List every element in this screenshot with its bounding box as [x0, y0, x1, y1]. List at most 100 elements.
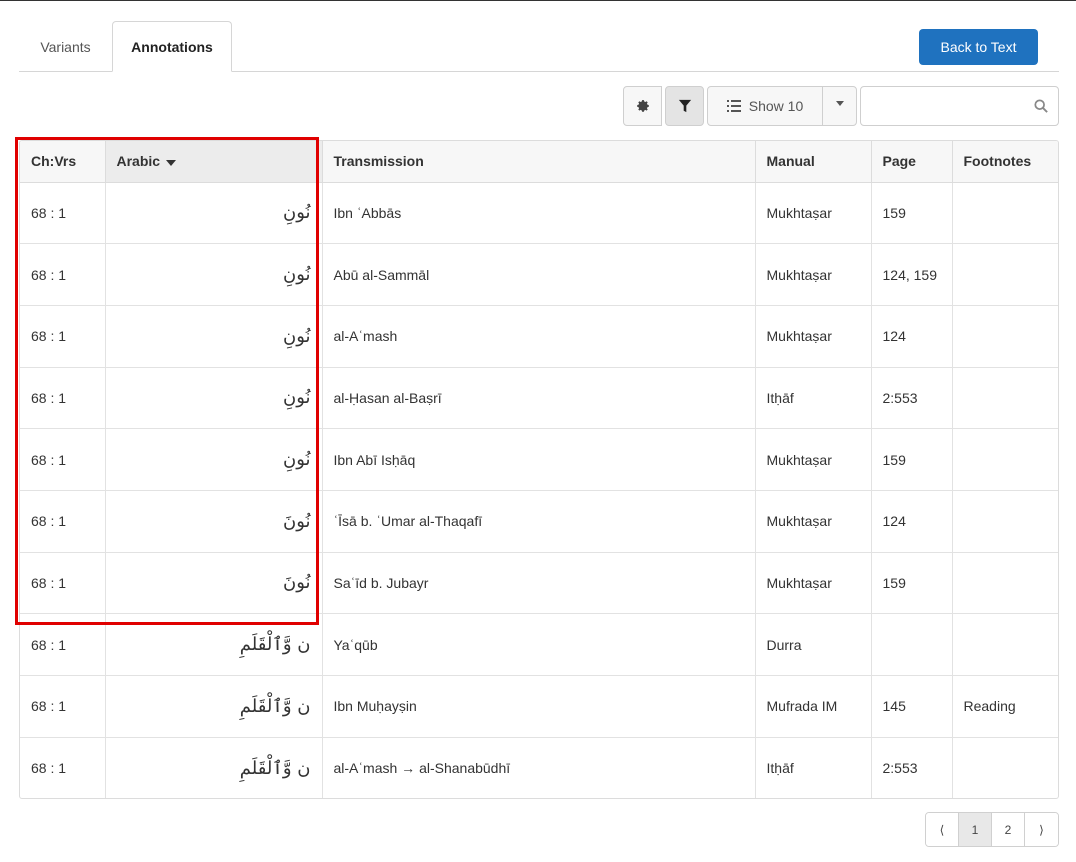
cell-transmission: al-Aʿmash → al-Shanabūdhī — [322, 737, 756, 798]
cell-arabic: نُونِ — [105, 243, 323, 306]
top-border — [0, 0, 1076, 1]
header-arabic-label: Arabic — [116, 153, 161, 170]
cell-transmission: Saʿīd b. Jubayr — [322, 552, 756, 615]
tab-bar: Variants Annotations — [19, 21, 1059, 72]
tab-annotations[interactable]: Annotations — [112, 21, 232, 72]
table-row[interactable]: 68 : 1 نُونَ ʿĪsā b. ʿUmar al-Thaqafī Mukht… — [20, 490, 1058, 553]
table-row[interactable]: 68 : 1 نُونِ Ibn Abī Isḥāq Mukhtaṣar 159 — [20, 428, 1058, 491]
back-to-text-button[interactable]: Back to Text — [919, 29, 1038, 65]
cell-page: 159 — [871, 428, 953, 491]
table-row[interactable]: 68 : 1 نُونِ al-Ḥasan al-Baṣrī Itḥāf 2:553 — [20, 367, 1058, 430]
cell-manual: Mukhtaṣar — [755, 305, 872, 368]
cell-footnotes — [952, 613, 1058, 676]
show-entries-dropdown[interactable] — [822, 86, 857, 126]
pagination: ⟨ 1 2 ⟩ — [925, 812, 1059, 847]
cell-page: 124 — [871, 305, 953, 368]
cell-transmission: Yaʿqūb — [322, 613, 756, 676]
search-box — [860, 86, 1059, 126]
sort-desc-icon — [166, 159, 177, 166]
caret-down-icon — [835, 100, 844, 106]
cell-page: 159 — [871, 552, 953, 615]
search-input[interactable] — [869, 88, 1029, 124]
pagination-prev[interactable]: ⟨ — [926, 813, 959, 846]
cell-footnotes — [952, 428, 1058, 491]
header-chvrs[interactable]: Ch:Vrs — [20, 141, 106, 183]
search-icon — [1034, 99, 1048, 113]
cell-manual: Mukhtaṣar — [755, 552, 872, 615]
cell-manual: Itḥāf — [755, 367, 872, 430]
annotations-table: Ch:Vrs Arabic Transmission Manual Page F… — [19, 140, 1059, 799]
cell-footnotes — [952, 552, 1058, 615]
table-row[interactable]: 68 : 1ن وَّٱلْقَلَمِ Yaʿqūb Durra — [20, 613, 1058, 676]
filter-icon — [678, 99, 691, 113]
settings-button[interactable] — [623, 86, 662, 126]
cell-footnotes — [952, 490, 1058, 553]
cell-footnotes — [952, 367, 1058, 430]
cell-chvrs: 68 : 1 — [20, 613, 106, 676]
cell-chvrs: 68 : 1 — [20, 243, 106, 306]
cell-manual: Mukhtaṣar — [755, 182, 872, 245]
cell-transmission: Ibn ʿAbbās — [322, 182, 756, 245]
cell-manual: Itḥāf — [755, 737, 872, 798]
pagination-next[interactable]: ⟩ — [1025, 813, 1058, 846]
cell-page: 2:553 — [871, 367, 953, 430]
cell-manual: Durra — [755, 613, 872, 676]
cell-transmission: Ibn Abī Isḥāq — [322, 428, 756, 491]
header-manual[interactable]: Manual — [755, 141, 872, 183]
table-row[interactable]: 68 : 1ن وَّٱلْقَلَمِ al-Aʿmash → al-Shana… — [20, 737, 1058, 798]
cell-page — [871, 613, 953, 676]
table-row[interactable]: 68 : 1 نُونِ Ibn ʿAbbās Mukhtaṣar 159 — [20, 182, 1058, 245]
table-row[interactable]: 68 : 1ن وَّٱلْقَلَمِ Ibn Muḥayṣin Mufrada … — [20, 675, 1058, 738]
cell-footnotes — [952, 305, 1058, 368]
cell-chvrs: 68 : 1 — [20, 552, 106, 615]
cell-arabic: نُونَ — [105, 490, 323, 553]
cell-page: 124, 159 — [871, 243, 953, 306]
cell-arabic: نُونَ — [105, 552, 323, 615]
cell-page: 145 — [871, 675, 953, 738]
cell-arabic: نُونِ — [105, 182, 323, 245]
header-footnotes[interactable]: Footnotes — [952, 141, 1058, 183]
cell-transmission: ʿĪsā b. ʿUmar al-Thaqafī — [322, 490, 756, 553]
cell-arabic: نُونِ — [105, 305, 323, 368]
cell-manual: Mukhtaṣar — [755, 490, 872, 553]
table-header-row: Ch:Vrs Arabic Transmission Manual Page F… — [20, 141, 1058, 183]
cell-arabic: ن وَّٱلْقَلَمِ — [105, 675, 323, 738]
pagination-page-2[interactable]: 2 — [992, 813, 1025, 846]
cell-page: 2:553 — [871, 737, 953, 798]
cell-transmission: Abū al-Sammāl — [322, 243, 756, 306]
cell-transmission: al-Aʿmash — [322, 305, 756, 368]
cell-footnotes — [952, 737, 1058, 798]
cell-arabic: ن وَّٱلْقَلَمِ — [105, 613, 323, 676]
table-row[interactable]: 68 : 1 نُونَ Saʿīd b. Jubayr Mukhtaṣar 159 — [20, 552, 1058, 615]
filter-button[interactable] — [665, 86, 704, 126]
pagination-page-1[interactable]: 1 — [959, 813, 992, 846]
cell-page: 159 — [871, 182, 953, 245]
cell-manual: Mukhtaṣar — [755, 243, 872, 306]
cell-chvrs: 68 : 1 — [20, 428, 106, 491]
cell-arabic: نُونِ — [105, 428, 323, 491]
cell-manual: Mukhtaṣar — [755, 428, 872, 491]
list-icon — [726, 100, 741, 112]
cell-manual: Mufrada IM — [755, 675, 872, 738]
cell-chvrs: 68 : 1 — [20, 367, 106, 430]
cell-chvrs: 68 : 1 — [20, 490, 106, 553]
cell-arabic: ن وَّٱلْقَلَمِ — [105, 737, 323, 798]
cell-footnotes — [952, 243, 1058, 306]
cell-footnotes: Reading — [952, 675, 1058, 738]
show-entries-button[interactable]: Show 10 — [707, 86, 823, 126]
header-arabic[interactable]: Arabic — [105, 141, 323, 183]
cell-page: 124 — [871, 490, 953, 553]
header-page[interactable]: Page — [871, 141, 953, 183]
cell-arabic: نُونِ — [105, 367, 323, 430]
cell-chvrs: 68 : 1 — [20, 737, 106, 798]
cell-footnotes — [952, 182, 1058, 245]
table-row[interactable]: 68 : 1 نُونِ Abū al-Sammāl Mukhtaṣar 124, 15… — [20, 243, 1058, 306]
table-row[interactable]: 68 : 1 نُونِ al-Aʿmash Mukhtaṣar 124 — [20, 305, 1058, 368]
gear-icon — [636, 100, 649, 112]
cell-transmission: Ibn Muḥayṣin — [322, 675, 756, 738]
tab-variants[interactable]: Variants — [21, 21, 110, 72]
cell-chvrs: 68 : 1 — [20, 182, 106, 245]
show-entries-label: Show 10 — [748, 98, 804, 114]
cell-transmission: al-Ḥasan al-Baṣrī — [322, 367, 756, 430]
header-transmission[interactable]: Transmission — [322, 141, 756, 183]
